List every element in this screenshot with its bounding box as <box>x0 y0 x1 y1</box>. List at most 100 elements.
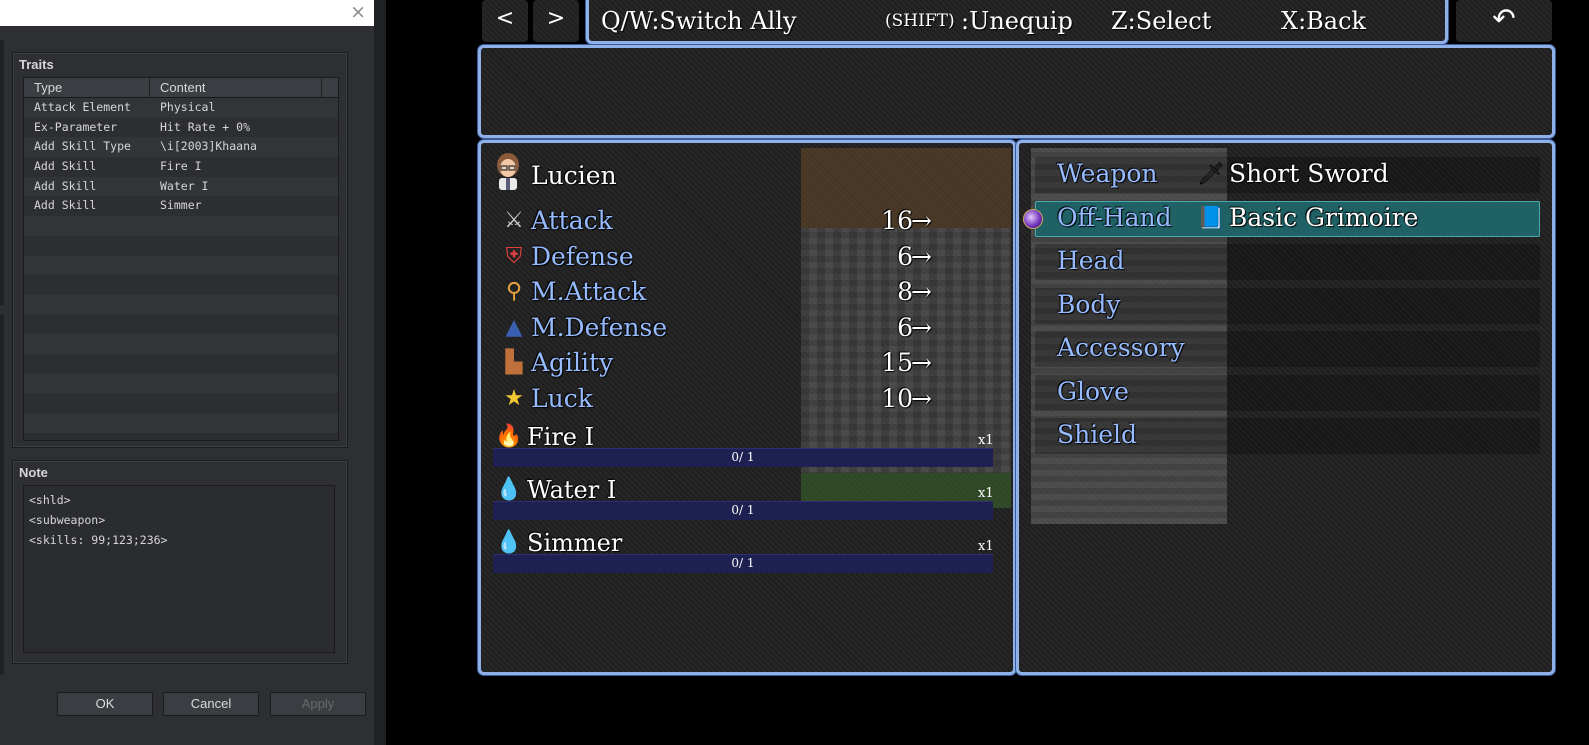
shield-icon: ⛨ <box>505 243 523 269</box>
stat-name: M.Defense <box>531 312 668 342</box>
stat-row: ⛨ Defense 6 → <box>499 241 959 273</box>
note-line: <shld> <box>29 493 71 507</box>
stat-arrow: → <box>911 206 932 235</box>
skill-progress-bar: 0/ 1 <box>493 448 993 467</box>
trait-row[interactable] <box>24 373 338 394</box>
trait-row[interactable]: Add Skill Type \i[2003]Khaana <box>24 137 338 158</box>
stat-arrow: → <box>911 348 932 377</box>
empty-cell <box>150 216 322 236</box>
trait-type: Attack Element <box>34 100 131 114</box>
empty-cell <box>24 256 150 276</box>
empty-cell <box>24 334 150 354</box>
skill-multiplier: x1 <box>978 433 994 448</box>
skill-progress-text: 0/ 1 <box>731 450 755 464</box>
empty-cell <box>150 393 322 413</box>
skill-progress-text: 0/ 1 <box>731 503 755 517</box>
empty-cell <box>150 256 322 276</box>
equip-slot-shield[interactable]: Shield <box>1035 418 1540 454</box>
stat-value: 16 <box>881 206 913 235</box>
help-switch-ally: Q/W:Switch Ally <box>601 7 797 35</box>
stat-value: 8 <box>897 277 913 306</box>
next-actor-button[interactable]: > <box>533 0 579 42</box>
trait-type: Ex-Parameter <box>34 119 118 134</box>
trait-content: Hit Rate + 0% <box>160 119 251 134</box>
skill-name: Water I <box>527 476 617 504</box>
book-icon: 📘 <box>1197 205 1225 231</box>
skill-multiplier: x1 <box>978 539 994 554</box>
trait-row[interactable] <box>24 235 338 256</box>
stat-arrow: → <box>911 312 932 342</box>
trait-row[interactable] <box>24 255 338 276</box>
trait-row[interactable] <box>24 314 338 335</box>
trait-row[interactable] <box>24 413 338 433</box>
help-shift-key: (SHIFT) <box>885 11 955 31</box>
stat-name: M.Attack <box>531 277 647 306</box>
close-icon[interactable]: × <box>350 1 366 23</box>
cancel-button[interactable]: Cancel <box>163 692 259 716</box>
selection-cursor-icon <box>1023 208 1043 229</box>
trait-content: Simmer <box>160 198 202 213</box>
empty-cell <box>24 236 150 256</box>
equip-slot-glove[interactable]: Glove <box>1035 374 1540 411</box>
trait-row[interactable] <box>24 275 338 295</box>
apply-button[interactable]: Apply <box>270 692 366 716</box>
actor-status-window: Lucien ⚔ Attack 16 → ⛨ Defense 6 → ⚲ M.Attack 8 → ▲ M… <box>478 140 1016 675</box>
equip-slot-head[interactable]: Head <box>1035 244 1540 280</box>
previous-icon: < <box>495 6 515 31</box>
wizard-hat-icon: ▲ <box>505 314 523 340</box>
empty-cell <box>24 393 150 413</box>
trait-row[interactable]: Add Skill Water I <box>24 176 338 197</box>
trait-row[interactable] <box>24 393 338 413</box>
actor-portrait-icon <box>497 153 519 190</box>
next-icon: > <box>546 6 566 31</box>
skill-multiplier: x1 <box>978 486 994 501</box>
slot-label: Glove <box>1057 376 1129 406</box>
stat-row: ⚲ M.Attack 8 → <box>499 276 959 308</box>
previous-actor-button[interactable]: < <box>482 0 528 42</box>
stat-value: 15 <box>881 348 913 377</box>
empty-cell <box>24 413 150 433</box>
trait-row[interactable]: Add Skill Fire I <box>24 157 338 177</box>
empty-cell <box>150 354 322 374</box>
stat-arrow: → <box>911 383 932 413</box>
traits-table[interactable]: Type Content Attack Element Physical Ex-Pa… <box>23 77 339 441</box>
stat-arrow: → <box>911 241 932 271</box>
equip-slot-weapon[interactable]: Weapon 🗡 Short Sword <box>1035 157 1540 193</box>
equip-slot-body[interactable]: Body <box>1035 287 1540 324</box>
trait-row[interactable]: Add Skill Simmer <box>24 196 338 217</box>
ok-button[interactable]: OK <box>57 692 153 716</box>
stat-row: ▲ M.Defense 6 → <box>499 312 959 344</box>
trait-type: Add Skill <box>34 198 97 213</box>
back-button[interactable]: ↶ <box>1456 0 1552 42</box>
empty-cell <box>24 275 150 295</box>
skill-row: 🔥 Fire Ix1 0/ 1 <box>493 421 994 473</box>
left-pane-edge <box>0 40 4 305</box>
note-group: Note <shld> <subweapon> <skills: 99;123;… <box>12 460 348 664</box>
left-pane-edge <box>0 315 4 675</box>
slot-label: Head <box>1057 246 1125 275</box>
traits-title: Traits <box>19 57 54 72</box>
stat-value: 6 <box>897 241 913 271</box>
slot-item-name: Short Sword <box>1229 159 1389 188</box>
sword-icon: 🗡 <box>1197 162 1225 187</box>
stat-row: ★ Luck 10 → <box>499 383 959 415</box>
trait-row[interactable] <box>24 334 338 354</box>
trait-row[interactable] <box>24 216 338 236</box>
equip-slot-accessory[interactable]: Accessory <box>1035 331 1540 367</box>
column-header-type[interactable]: Type <box>24 78 150 97</box>
help-bar: Q/W:Switch Ally (SHIFT) :Unequip Z:Selec… <box>586 0 1448 44</box>
stat-name: Defense <box>531 241 634 271</box>
equip-slot-off-hand[interactable]: Off-Hand 📘 Basic Grimoire <box>1023 200 1540 237</box>
trait-row[interactable]: Ex-Parameter Hit Rate + 0% <box>24 117 338 138</box>
empty-cell <box>150 236 322 256</box>
trait-row[interactable] <box>24 294 338 315</box>
item-description-window <box>478 45 1555 138</box>
trait-row[interactable]: Attack Element Physical <box>24 98 338 118</box>
note-textarea[interactable]: <shld> <subweapon> <skills: 99;123;236> <box>23 485 335 653</box>
column-header-content[interactable]: Content <box>150 78 322 97</box>
boots-icon: ▙ <box>505 350 523 375</box>
trait-row[interactable] <box>24 353 338 374</box>
traits-table-header: Type Content <box>24 78 338 98</box>
trait-type: Add Skill <box>34 178 97 193</box>
trait-content: \i[2003]Khaana <box>160 139 257 154</box>
